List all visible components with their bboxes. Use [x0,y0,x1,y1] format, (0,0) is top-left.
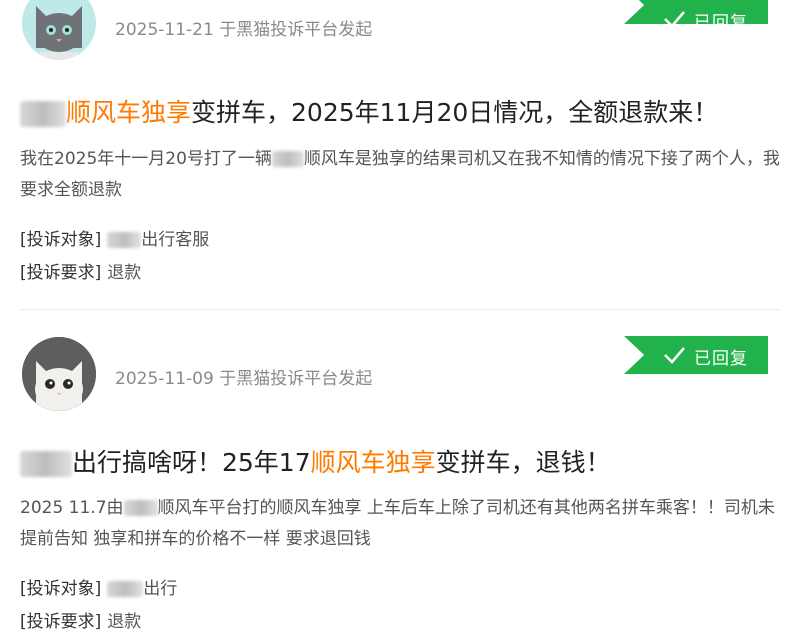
complaint-request-row: [投诉要求] 退款 [20,607,141,632]
complaint-description: 2025 11.7由 顺风车平台打的顺风车独享 上车后车上除了司机还有其他两名拼车… [20,493,780,555]
target-label: [投诉对象] [20,579,102,599]
target-value: 出行 [143,579,178,599]
redacted-text [107,581,144,597]
redacted-text [20,451,72,477]
replied-label: 已回复 [694,349,748,369]
replied-badge: 已回复 [624,336,768,374]
user-avatar [22,337,96,411]
complaint-title[interactable]: 出行搞啥呀！25年17顺风车独享变拼车，退钱！ [20,443,611,479]
redacted-text [123,500,158,516]
complaint-card[interactable]: 2025-11-09 于黑猫投诉平台发起 已回复 出行搞啥呀！25年17顺风车独… [0,0,800,635]
request-label: [投诉要求] [20,612,102,632]
highlight-text: 顺风车独享 [310,448,436,477]
title-text: 变拼车，退钱！ [435,448,611,477]
check-icon [664,347,685,364]
title-text: 出行搞啥呀！25年17 [72,448,311,477]
cat-avatar-icon [22,337,96,411]
complaint-meta: 2025-11-09 于黑猫投诉平台发起 [115,369,373,389]
request-value: 退款 [107,612,142,632]
description-text: 2025 11.7由 [20,498,124,518]
complaint-target-row: [投诉对象] 出行 [20,574,177,599]
